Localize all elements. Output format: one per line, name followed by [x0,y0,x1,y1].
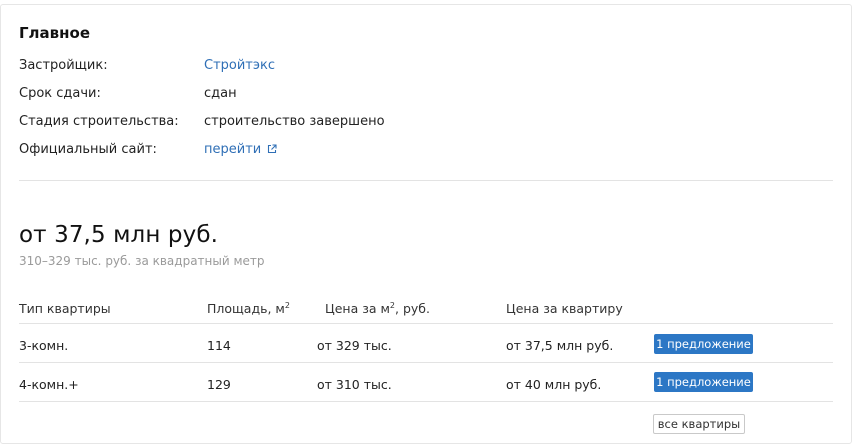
website-link-wrap[interactable]: перейти [204,142,277,158]
section-divider [19,180,833,181]
cell-price-total: от 40 млн руб. [506,377,602,392]
cell-price-per-m: от 310 тыс. [317,377,392,392]
stage-label: Стадия строительства: [19,114,179,129]
cell-type: 4-комн.+ [19,377,79,392]
website-label: Официальный сайт: [19,142,157,157]
info-row-developer: Застройщик: Стройтэкс [19,58,719,78]
deadline-label: Срок сдачи: [19,86,101,101]
cell-area: 129 [207,377,231,392]
offer-button[interactable]: 1 предложение [654,334,753,354]
col-header-area: Площадь, м2 [207,301,290,316]
cell-price-per-m: от 329 тыс. [317,338,392,353]
deadline-value: сдан [204,86,237,101]
cell-price-total: от 37,5 млн руб. [506,338,614,353]
col-header-price-per-m: Цена за м2, руб. [325,301,430,316]
price-headline: от 37,5 млн руб. [19,222,219,248]
table-divider [19,362,833,363]
stage-value: строительство завершено [204,114,385,129]
offer-button[interactable]: 1 предложение [654,372,753,392]
info-row-stage: Стадия строительства: строительство заве… [19,114,719,134]
all-apartments-button[interactable]: все квартиры [653,414,745,434]
external-link-icon[interactable] [267,143,277,158]
col-header-type: Тип квартиры [19,301,111,316]
cell-area: 114 [207,338,231,353]
info-row-deadline: Срок сдачи: сдан [19,86,719,106]
table-divider [19,401,833,402]
developer-label: Застройщик: [19,58,108,73]
price-per-meter: 310–329 тыс. руб. за квадратный метр [19,254,265,268]
info-row-website: Официальный сайт: перейти [19,142,719,162]
cell-type: 3-комн. [19,338,69,353]
developer-link[interactable]: Стройтэкс [204,58,275,73]
section-title: Главное [19,24,91,42]
col-header-price-total: Цена за квартиру [506,301,623,316]
main-info-card: Главное Застройщик: Стройтэкс Срок сдачи… [0,4,852,444]
table-divider [19,323,833,324]
website-link[interactable]: перейти [204,142,261,157]
